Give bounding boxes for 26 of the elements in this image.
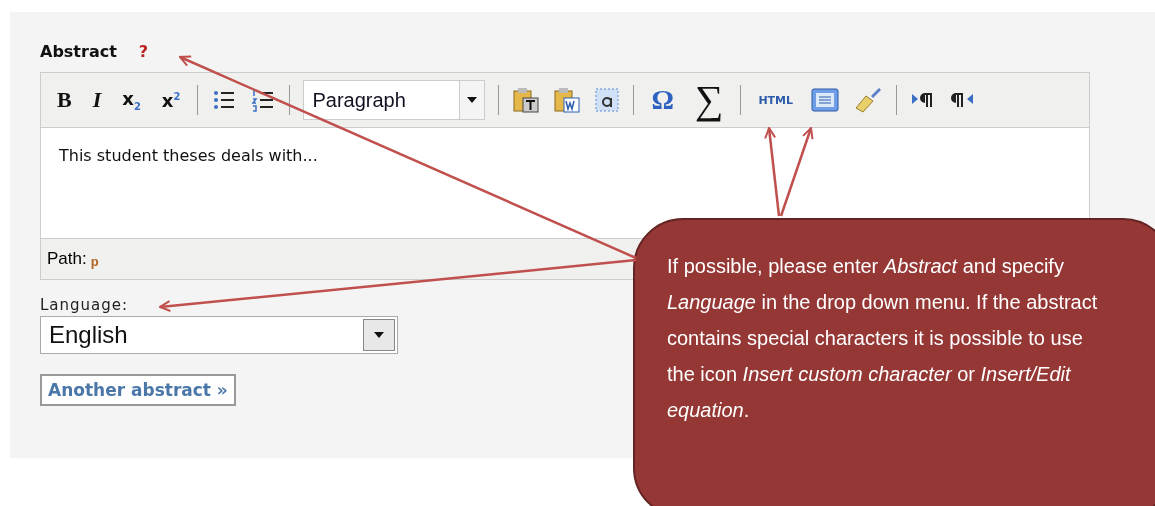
select-all-icon[interactable]	[594, 87, 621, 113]
language-dropdown[interactable]: English	[40, 316, 398, 354]
language-label: Language:	[40, 296, 129, 314]
editor-text-area[interactable]: This student theses deals with...	[41, 128, 1089, 238]
path-label: Path:	[47, 249, 87, 269]
caret-icon	[467, 97, 478, 103]
format-dropdown[interactable]: Paragraph	[303, 80, 486, 120]
bold-button[interactable]: B	[53, 87, 76, 113]
brush-icon[interactable]	[853, 86, 884, 114]
help-link[interactable]: ?	[138, 42, 149, 61]
clipboard-word-icon[interactable]	[553, 86, 582, 114]
equation-button[interactable]: ∑	[690, 80, 728, 120]
clipboard-text-icon[interactable]	[512, 86, 541, 114]
abstract-label: Abstract	[40, 42, 117, 61]
html-button[interactable]: HTML	[754, 93, 798, 107]
caret-icon	[374, 332, 384, 338]
another-abstract-button[interactable]: Another abstract »	[40, 374, 236, 406]
callout-text: If possible, please enter Abstract and specify Language in the drop down menu. If the abstract contains special characters it is possible to use the icon Insert custom character or Insert/Edit equation.	[667, 254, 1099, 423]
superscript-button[interactable]: x$^{2}$	[157, 89, 185, 111]
path-link[interactable]: p	[90, 253, 99, 269]
editor-text: This student theses deals with...	[59, 146, 318, 165]
custom-character-button[interactable]: Ω	[647, 84, 678, 116]
subscript-button[interactable]: x$_{2}$	[118, 88, 145, 112]
right-to-left-icon[interactable]	[949, 91, 976, 109]
window-icon[interactable]	[810, 87, 841, 113]
italic-button[interactable]: I	[88, 87, 106, 113]
